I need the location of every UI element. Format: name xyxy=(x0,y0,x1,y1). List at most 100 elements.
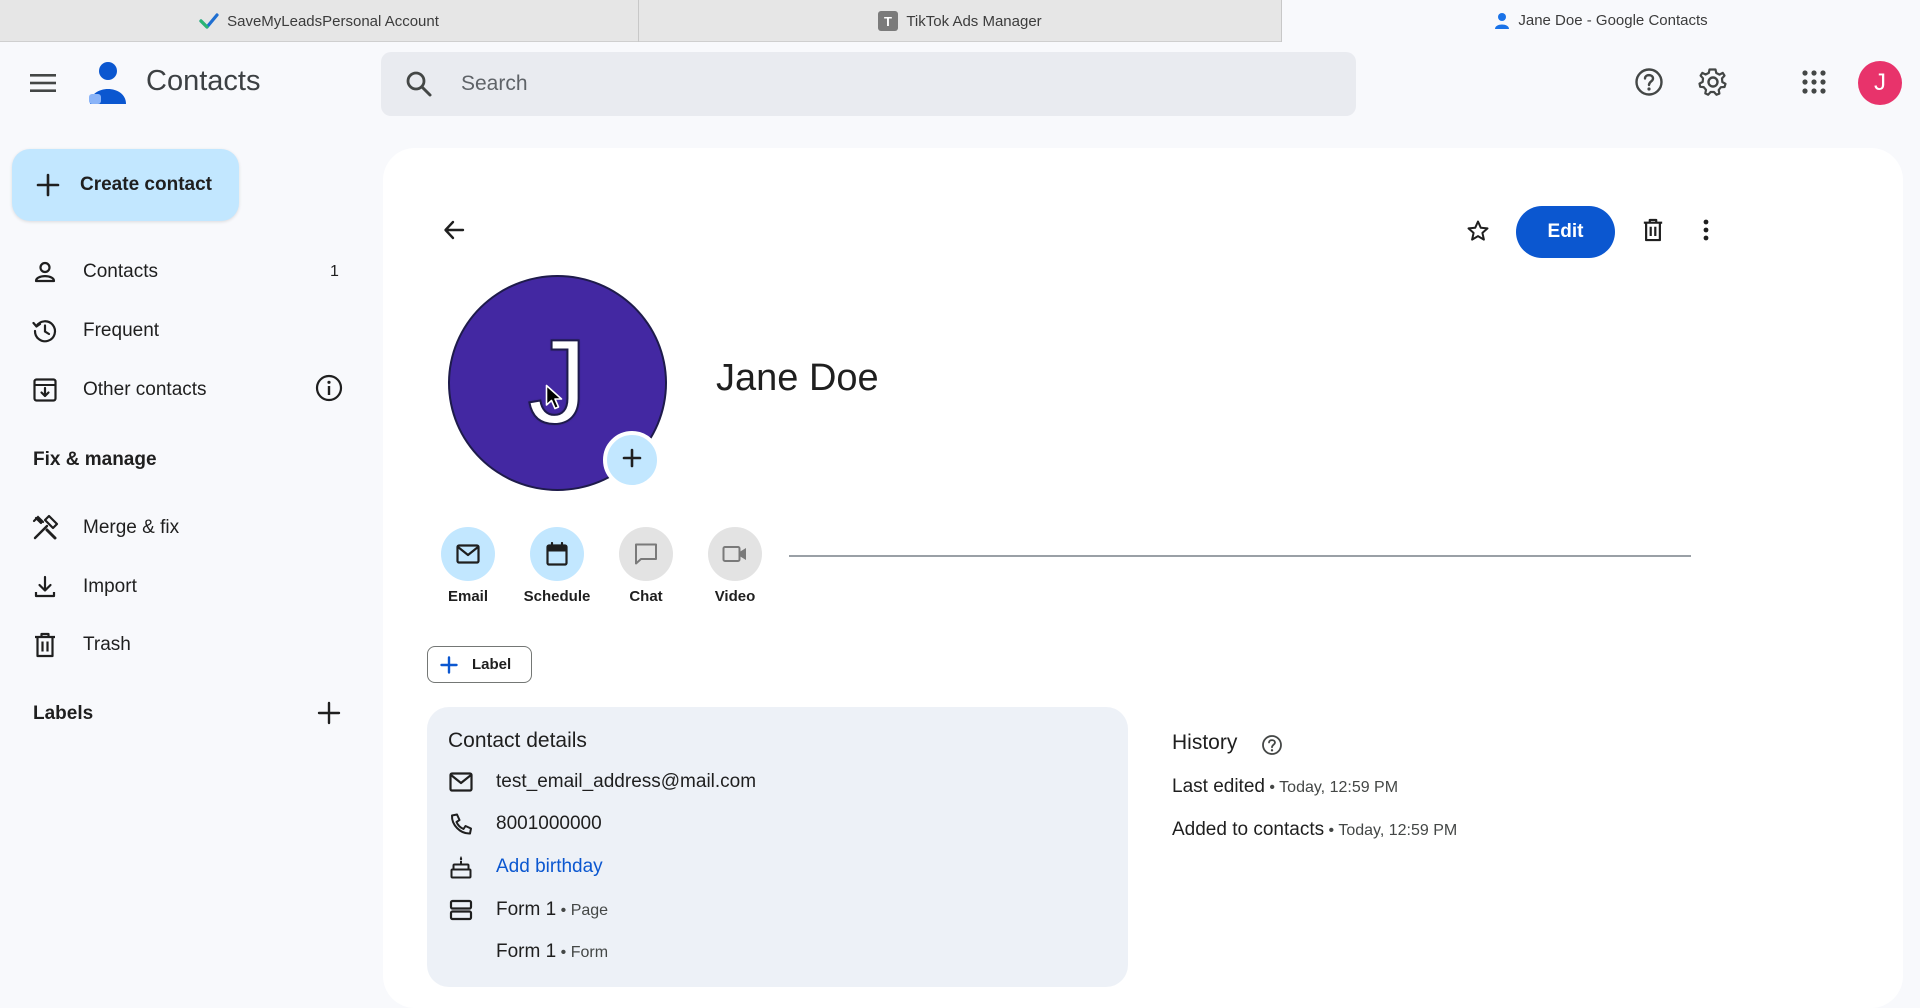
person-icon xyxy=(1494,12,1510,30)
add-label-chip[interactable]: Label xyxy=(427,646,532,683)
video-action-label: Video xyxy=(714,588,756,605)
form-entry: Form 1 • Form xyxy=(496,941,608,963)
person-icon xyxy=(30,257,60,287)
history-separator: • xyxy=(1324,822,1339,839)
history-help-icon[interactable] xyxy=(1260,733,1284,757)
detail-email-row[interactable]: test_email_address@mail.com xyxy=(448,766,756,798)
label-chip-text: Label xyxy=(472,656,512,673)
star-button[interactable] xyxy=(1462,217,1494,249)
sidebar-item-import[interactable]: Import xyxy=(30,563,350,611)
email-action-label: Email xyxy=(447,588,489,605)
actions-divider xyxy=(789,555,1691,557)
history-label: Last edited xyxy=(1172,776,1265,797)
plus-icon xyxy=(622,448,642,473)
history-time: Today, 12:59 PM xyxy=(1279,779,1399,796)
form-icon xyxy=(448,897,474,923)
video-icon xyxy=(722,546,746,562)
schedule-action[interactable]: Schedule xyxy=(517,527,597,605)
help-icon xyxy=(1634,67,1664,102)
menu-icon xyxy=(30,73,56,98)
more-vert-icon xyxy=(1702,219,1710,246)
schedule-action-label: Schedule xyxy=(523,588,591,605)
browser-tab-bar: SaveMyLeadsPersonal Account T TikTok Ads… xyxy=(0,0,1920,42)
form-name: Form 1 xyxy=(496,941,557,962)
apps-grid-icon xyxy=(1802,69,1826,99)
detail-form-row-2: Form 1 • Form xyxy=(448,936,608,968)
trash-icon xyxy=(1642,218,1664,247)
sidebar-item-label: Contacts xyxy=(83,261,158,282)
gear-icon xyxy=(1698,67,1728,102)
account-avatar[interactable]: J xyxy=(1858,61,1902,105)
chat-action[interactable]: Chat xyxy=(606,527,686,605)
sidebar-item-label: Other contacts xyxy=(83,379,207,400)
chat-action-label: Chat xyxy=(629,588,663,605)
contacts-logo-icon[interactable] xyxy=(86,60,130,111)
form-type: Page xyxy=(570,902,609,919)
history-time: Today, 12:59 PM xyxy=(1338,822,1458,839)
detail-form-row-1: Form 1 • Page xyxy=(448,894,608,926)
plus-icon xyxy=(440,655,458,674)
video-action[interactable]: Video xyxy=(695,527,775,605)
schedule-action-circle xyxy=(530,527,584,581)
plus-icon xyxy=(36,173,60,197)
phone-icon xyxy=(448,811,474,837)
labels-heading: Labels xyxy=(33,703,94,724)
history-last-edited: Last edited • Today, 12:59 PM xyxy=(1172,776,1398,798)
chat-action-circle xyxy=(619,527,673,581)
search-icon[interactable] xyxy=(405,70,433,103)
add-birthday-link[interactable]: Add birthday xyxy=(496,856,603,878)
create-contact-button[interactable]: Create contact xyxy=(12,149,239,221)
delete-button[interactable] xyxy=(1637,216,1669,248)
settings-button[interactable] xyxy=(1693,64,1733,104)
mail-icon xyxy=(448,769,474,795)
contact-name: Jane Doe xyxy=(716,357,879,399)
other-contacts-info-button[interactable] xyxy=(314,374,344,405)
email-action[interactable]: Email xyxy=(428,527,508,605)
sidebar-item-trash[interactable]: Trash xyxy=(30,621,350,669)
app-title: Contacts xyxy=(146,65,261,97)
history-title: History xyxy=(1172,731,1238,754)
detail-phone-row[interactable]: 8001000000 xyxy=(448,808,602,840)
back-button[interactable] xyxy=(438,216,470,248)
create-contact-label: Create contact xyxy=(80,174,212,195)
sidebar-item-frequent[interactable]: Frequent xyxy=(30,307,350,355)
search-input[interactable] xyxy=(461,66,1321,102)
tab-title: Jane Doe - Google Contacts xyxy=(1518,12,1708,29)
cake-icon xyxy=(448,854,474,880)
tools-icon xyxy=(30,513,60,543)
history-separator: • xyxy=(1264,779,1280,796)
sidebar-item-other-contacts[interactable]: Other contacts xyxy=(30,366,350,414)
contact-details-title: Contact details xyxy=(448,729,587,752)
apps-button[interactable] xyxy=(1794,64,1834,104)
calendar-icon xyxy=(546,542,568,566)
history-icon xyxy=(30,316,60,346)
form-separator: • xyxy=(556,944,571,961)
add-label-button[interactable] xyxy=(314,700,344,730)
main-menu-button[interactable] xyxy=(28,70,58,100)
svg-text:T: T xyxy=(884,14,892,29)
sidebar-item-contacts[interactable]: Contacts xyxy=(30,248,350,296)
tiktok-icon: T xyxy=(878,11,899,31)
edit-button[interactable]: Edit xyxy=(1516,206,1615,258)
sidebar-item-label: Trash xyxy=(83,634,131,655)
form-separator: • xyxy=(556,902,571,919)
browser-tab-tiktok[interactable]: T TikTok Ads Manager xyxy=(639,0,1282,42)
more-options-button[interactable] xyxy=(1690,216,1722,248)
detail-birthday-row[interactable]: Add birthday xyxy=(448,851,603,883)
search-bar[interactable] xyxy=(381,52,1356,116)
mail-icon xyxy=(456,544,480,564)
add-photo-button[interactable] xyxy=(603,431,661,489)
contact-email[interactable]: test_email_address@mail.com xyxy=(496,771,756,793)
browser-tab-contacts[interactable]: Jane Doe - Google Contacts xyxy=(1282,0,1920,42)
plus-icon xyxy=(317,701,341,730)
browser-tab-savemyleads[interactable]: SaveMyLeadsPersonal Account xyxy=(0,0,639,42)
help-button[interactable] xyxy=(1629,64,1669,104)
sidebar-item-label: Merge & fix xyxy=(83,517,180,538)
check-icon xyxy=(199,13,219,29)
sidebar-item-merge-fix[interactable]: Merge & fix xyxy=(30,504,350,552)
chat-icon xyxy=(635,543,657,565)
email-action-circle xyxy=(441,527,495,581)
contacts-count: 1 xyxy=(330,263,339,280)
trash-icon xyxy=(30,630,60,660)
contact-phone[interactable]: 8001000000 xyxy=(496,813,602,835)
